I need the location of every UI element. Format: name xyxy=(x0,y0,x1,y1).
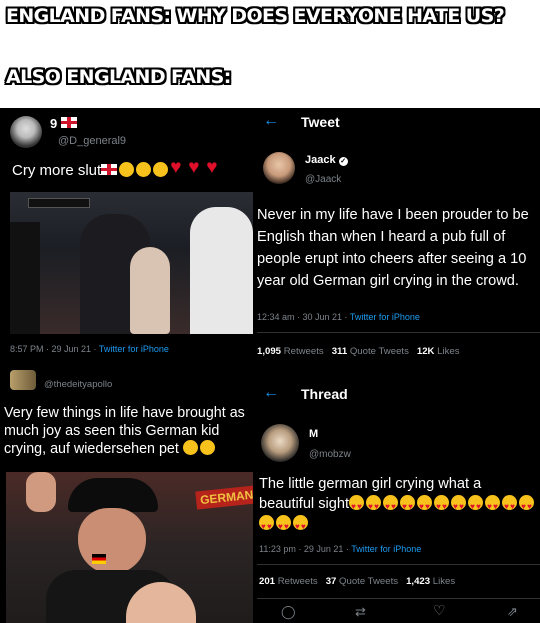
heart-eyes-icon xyxy=(519,495,535,517)
user-name[interactable]: Jaack ✓ xyxy=(305,154,348,166)
reply-icon[interactable]: ◯ xyxy=(281,604,296,620)
fan-face xyxy=(78,508,146,574)
user-name[interactable]: 9 xyxy=(50,116,79,131)
heart-eyes-icon xyxy=(366,495,382,517)
back-arrow-icon[interactable]: ← xyxy=(263,112,279,130)
heart-eyes-icon xyxy=(349,495,365,517)
heart-icon xyxy=(206,157,222,179)
germany-flag-patch xyxy=(92,554,106,564)
verified-icon: ✓ xyxy=(338,157,348,166)
tweet-photo[interactable] xyxy=(10,192,253,334)
avatar[interactable] xyxy=(10,370,36,390)
caption-line-2: ALSO ENGLAND FANS: xyxy=(6,66,231,88)
user-name[interactable]: M xyxy=(309,428,318,440)
user-handle[interactable]: @D_general9 xyxy=(58,135,126,147)
divider xyxy=(257,598,540,599)
retweet-icon[interactable]: ⇄ xyxy=(355,604,366,620)
tweet-panel-top-right: ← Tweet Jaack ✓ @Jaack Never in my life … xyxy=(253,108,540,366)
like-icon[interactable]: ♡ xyxy=(433,602,446,619)
quote-tweets-link[interactable]: Quote Tweets xyxy=(339,576,398,587)
divider xyxy=(257,564,540,565)
tears-of-joy-icon xyxy=(182,440,198,455)
divider xyxy=(257,332,540,333)
retweets-link[interactable]: Retweets xyxy=(278,576,318,587)
heart-eyes-icon xyxy=(502,495,518,517)
avatar[interactable] xyxy=(263,152,295,184)
client-link[interactable]: Twitter for iPhone xyxy=(99,344,169,354)
crowd-figure xyxy=(10,222,40,334)
heart-eyes-icon xyxy=(434,495,450,517)
tweet-text: The little german girl crying what a bea… xyxy=(259,474,539,537)
likes-link[interactable]: Likes xyxy=(437,346,459,357)
crying-face-icon xyxy=(136,162,152,177)
avatar[interactable] xyxy=(10,116,42,148)
client-link[interactable]: Twitter for iPhone xyxy=(350,312,420,322)
scoreboard xyxy=(28,198,90,208)
page-title: Tweet xyxy=(301,114,340,130)
tweet-panel-bottom-left: @thedeityapollo Very few things in life … xyxy=(0,366,253,623)
stadium-banner: GERMANY xyxy=(195,484,253,510)
fan-raised-arm xyxy=(26,472,56,512)
avatar[interactable] xyxy=(261,424,299,462)
back-arrow-icon[interactable]: ← xyxy=(263,384,279,402)
heart-eyes-icon xyxy=(485,495,501,517)
share-icon[interactable]: ⇗ xyxy=(507,604,518,620)
retweets-link[interactable]: Retweets xyxy=(284,346,324,357)
tweet-text: Never in my life have I been prouder to … xyxy=(257,207,529,289)
heart-eyes-icon xyxy=(293,515,308,537)
user-handle[interactable]: @Jaack xyxy=(305,174,341,185)
caption-line-1: ENGLAND FANS: WHY DOES EVERYONE HATE US? xyxy=(6,5,505,27)
heart-eyes-icon xyxy=(400,495,416,517)
tears-of-joy-icon xyxy=(199,440,215,455)
heart-icon xyxy=(188,157,204,179)
tweet-text: Cry more slut xyxy=(12,157,224,179)
heart-icon xyxy=(170,157,186,179)
tweet-stats: 201 Retweets 37 Quote Tweets 1,423 Likes xyxy=(259,576,456,587)
quote-tweets-link[interactable]: Quote Tweets xyxy=(350,346,409,357)
fan-cap xyxy=(68,478,158,512)
tweet-footer: 11:23 pm · 29 Jun 21 · Twitter for iPhon… xyxy=(259,544,422,554)
england-flag-icon xyxy=(60,117,77,128)
heart-eyes-icon xyxy=(259,515,274,537)
heart-eyes-icon xyxy=(276,515,291,537)
user-handle[interactable]: @thedeityapollo xyxy=(44,379,112,390)
crying-face-icon xyxy=(119,162,135,177)
fan-figure xyxy=(190,207,253,334)
tweet-footer: 12:34 am · 30 Jun 21 · Twitter for iPhon… xyxy=(257,312,420,322)
heart-eyes-icon xyxy=(417,495,433,517)
tweet-panel-top-left: 9 @D_general9 Cry more slut 8:57 PM · 29… xyxy=(0,108,253,366)
user-handle[interactable]: @mobzw xyxy=(309,449,351,460)
fan-figure xyxy=(130,247,170,334)
tweet-stats: 1,095 Retweets 311 Quote Tweets 12K Like… xyxy=(257,346,460,357)
client-link[interactable]: Twitter for iPhone xyxy=(351,544,421,554)
heart-eyes-icon xyxy=(468,495,484,517)
heart-eyes-icon xyxy=(451,495,467,517)
tweet-footer: 8:57 PM · 29 Jun 21 · Twitter for iPhone xyxy=(10,344,169,354)
likes-link[interactable]: Likes xyxy=(433,576,455,587)
england-flag-icon xyxy=(101,164,118,175)
page-title: Thread xyxy=(301,386,348,402)
heart-eyes-icon xyxy=(383,495,399,517)
tweet-photo[interactable]: GERMANY xyxy=(6,472,253,623)
tweet-panel-bottom-right: ← Thread M @mobzw The little german girl… xyxy=(253,366,540,623)
tweet-text: Very few things in life have brought as … xyxy=(4,405,245,457)
crying-face-icon xyxy=(153,162,169,177)
